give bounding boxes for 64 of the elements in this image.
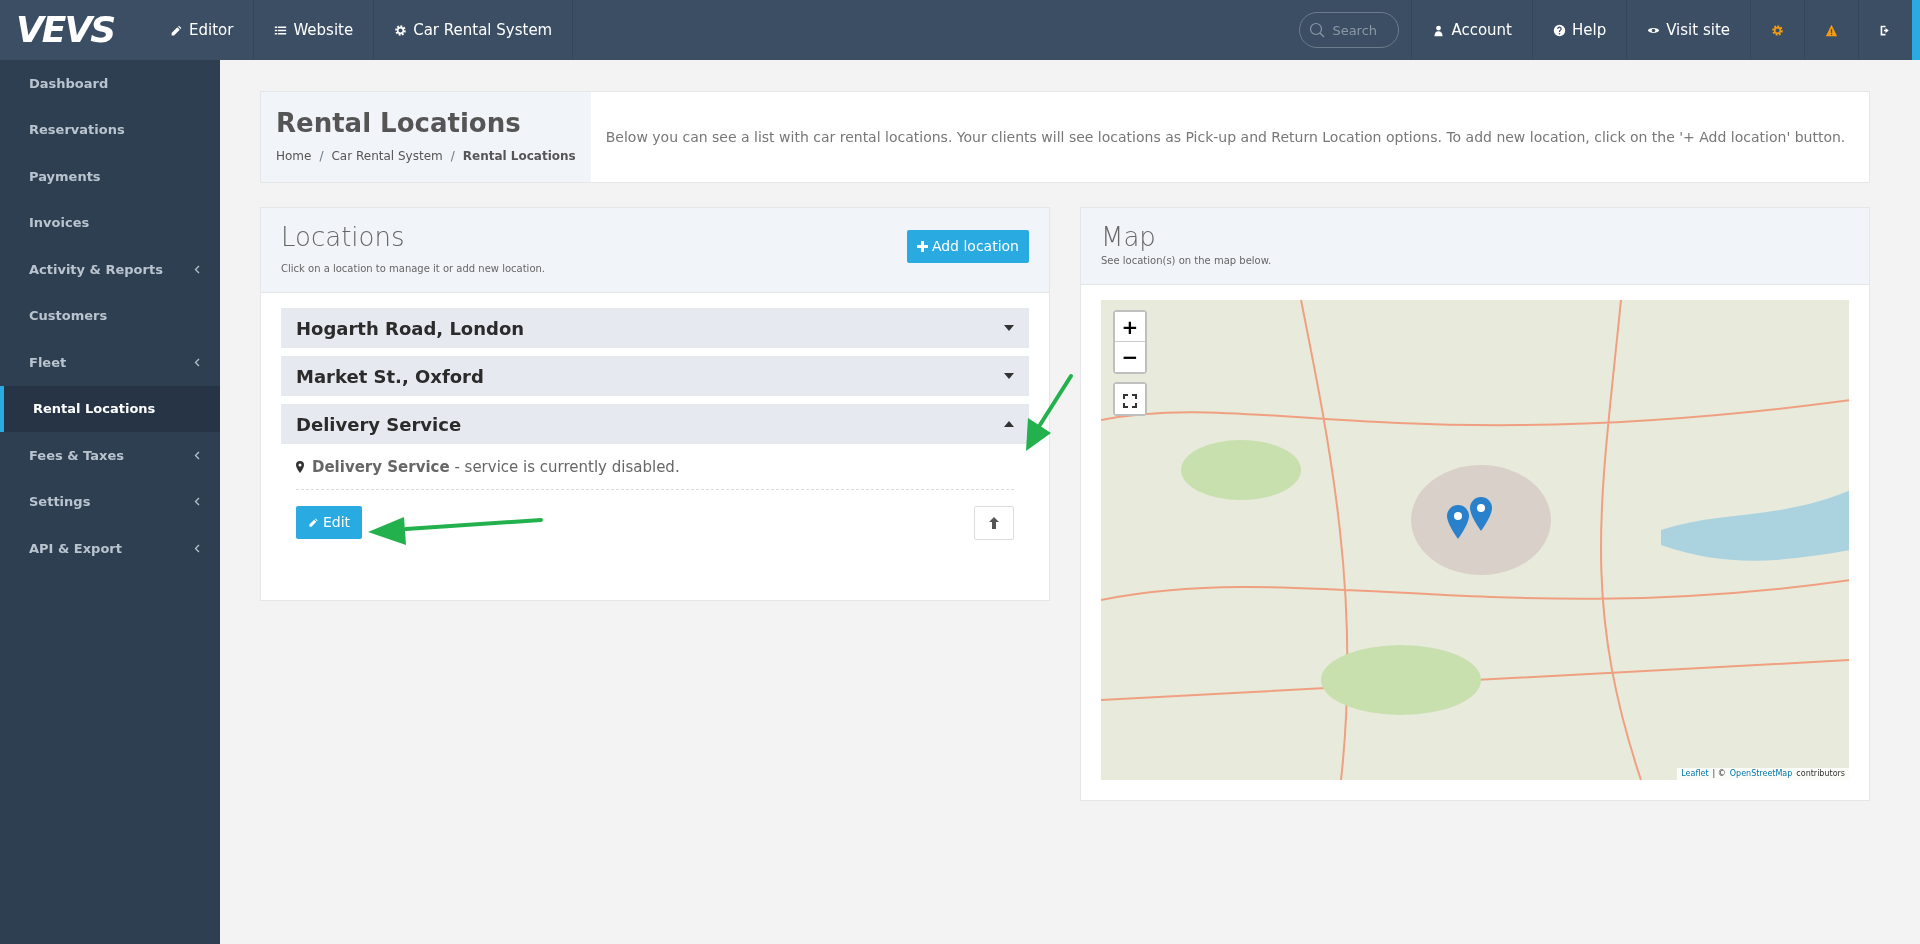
map-marker-icon xyxy=(1470,497,1492,532)
help-icon xyxy=(1552,23,1566,37)
plus-icon xyxy=(916,241,928,252)
list-icon xyxy=(274,23,288,37)
map-marker-icon xyxy=(1447,505,1469,540)
panel-subtitle: Click on a location to manage it or add new location. xyxy=(281,262,546,277)
search-icon xyxy=(1309,22,1326,38)
sidebar-item[interactable]: Activity & Reports xyxy=(0,246,220,293)
sidebar-item[interactable]: Fees & Taxes xyxy=(0,432,220,479)
attribution-text: contributors xyxy=(1796,768,1845,781)
sidebar-item[interactable]: Fleet xyxy=(0,339,220,386)
warning-icon xyxy=(1825,23,1838,37)
sidebar-item[interactable]: Settings xyxy=(0,478,220,525)
zoom-in-button[interactable]: + xyxy=(1115,312,1145,343)
page-title: Rental Locations xyxy=(276,108,522,140)
fullscreen-button[interactable] xyxy=(1115,384,1145,415)
sign-out-icon xyxy=(1879,23,1892,37)
breadcrumb-current: Rental Locations xyxy=(462,148,576,166)
nav-link[interactable]: Account xyxy=(1411,0,1532,60)
arrow-up-icon xyxy=(988,516,1000,529)
pencil-icon xyxy=(308,517,319,529)
sidebar-item[interactable]: Invoices xyxy=(0,199,220,246)
breadcrumb-separator: / xyxy=(319,148,324,166)
sidebar-item[interactable]: Rental Locations xyxy=(0,385,220,432)
panel-title: Map xyxy=(1101,222,1157,254)
panel-title: Locations xyxy=(281,222,406,254)
attribution-link[interactable]: Leaflet xyxy=(1681,768,1709,781)
gear-icon xyxy=(1771,23,1784,37)
pencil-icon xyxy=(170,23,183,37)
logo[interactable]: VEVS xyxy=(0,3,150,57)
map-marker-icon xyxy=(296,461,304,474)
chevron-left-icon xyxy=(194,357,200,367)
sidebar-item[interactable]: API & Export xyxy=(0,525,220,572)
panel-subtitle: See location(s) on the map below. xyxy=(1101,254,1273,269)
attribution-text: | © xyxy=(1712,768,1726,781)
sidebar-item[interactable]: Reservations xyxy=(0,106,220,153)
sidebar-item[interactable]: Customers xyxy=(0,292,220,339)
gear-icon xyxy=(394,23,408,37)
fullscreen-icon xyxy=(1123,393,1137,408)
location-detail: Delivery Service - service is currently disabled. xyxy=(312,457,680,479)
breadcrumb-link[interactable]: Home xyxy=(276,147,312,166)
caret-down-icon xyxy=(1004,325,1014,332)
chevron-left-icon xyxy=(194,543,200,553)
nav-link[interactable]: Visit site xyxy=(1626,0,1750,60)
attribution-link[interactable]: OpenStreetMap xyxy=(1729,768,1793,781)
sidebar-item[interactable]: Payments xyxy=(0,153,220,200)
location-header[interactable]: Market St., Oxford xyxy=(281,356,1029,397)
nav-link[interactable]: Car Rental System xyxy=(374,0,574,60)
nav-link[interactable]: Website xyxy=(254,0,375,60)
accent-bar xyxy=(1912,0,1920,60)
sidebar-item[interactable]: Dashboard xyxy=(0,60,220,107)
location-header[interactable]: Hogarth Road, London xyxy=(281,308,1029,349)
caret-up-icon xyxy=(1004,421,1014,428)
nav-link[interactable]: Help xyxy=(1531,0,1627,60)
page-description: Below you can see a list with car rental locations. Your clients will see locations as Pick-up and Return Location options. To add new location, click on the '+ Add location' button. xyxy=(605,127,1846,147)
chevron-left-icon xyxy=(194,450,200,460)
chevron-left-icon xyxy=(194,497,200,507)
search-field[interactable]: Search xyxy=(1299,12,1400,48)
breadcrumb-separator: / xyxy=(450,148,455,166)
breadcrumb-link[interactable]: Car Rental System xyxy=(331,147,443,166)
scroll-up-button[interactable] xyxy=(974,505,1014,540)
location-header[interactable]: Delivery Service xyxy=(281,404,1029,445)
chevron-left-icon xyxy=(194,264,200,274)
caret-down-icon xyxy=(1004,373,1014,380)
